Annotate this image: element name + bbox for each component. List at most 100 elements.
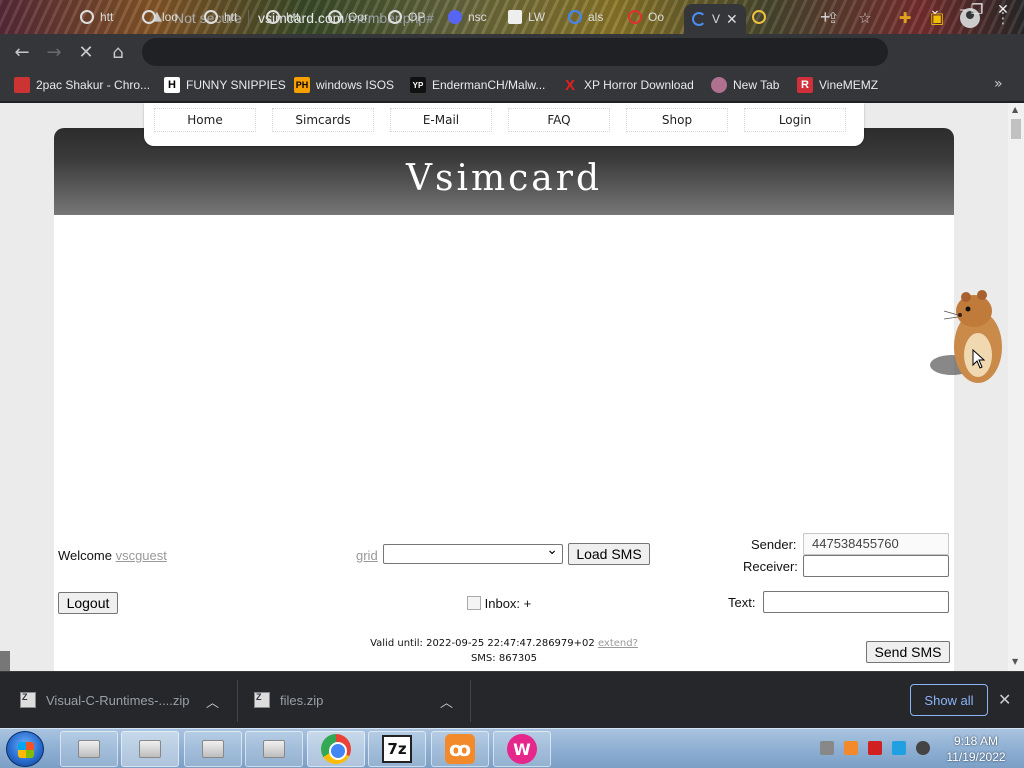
browser-toolbar: ← → ✕ ⌂ <box>0 34 1024 70</box>
zip-file-icon <box>20 692 36 708</box>
text-field[interactable] <box>763 591 949 613</box>
scroll-up-icon[interactable]: ▲ <box>1012 105 1018 114</box>
discord-icon <box>448 10 462 24</box>
sender-label: Sender: <box>751 537 797 552</box>
page-scrollbar[interactable]: ▲ ▼ <box>1008 103 1024 671</box>
new-tab-button[interactable]: + <box>820 4 831 30</box>
chevron-down-icon[interactable]: ⌄ <box>920 0 950 20</box>
google-icon <box>568 10 582 24</box>
username-link[interactable]: vscguest <box>116 548 167 563</box>
close-icon[interactable]: ✕ <box>998 690 1011 709</box>
nav-login[interactable]: Login <box>744 108 846 132</box>
grid-select[interactable] <box>383 542 563 564</box>
side-handle <box>0 651 10 671</box>
nav-faq[interactable]: FAQ <box>508 108 610 132</box>
page-viewport: Home Simcards E-Mail FAQ Shop Login Vsim… <box>0 103 1008 671</box>
globe-icon <box>711 77 727 93</box>
grid-link[interactable]: grid <box>356 548 378 563</box>
forward-icon[interactable]: → <box>44 42 64 63</box>
tab[interactable]: OP <box>388 4 425 30</box>
tab[interactable]: htt <box>80 4 113 30</box>
folder-icon <box>263 740 285 758</box>
inbox-add-button[interactable]: + <box>524 596 532 611</box>
7zip-icon: 7z <box>382 735 412 763</box>
back-icon[interactable]: ← <box>12 42 32 63</box>
wamp-icon: W <box>507 734 537 764</box>
yp-logo-icon: YP <box>410 77 426 93</box>
folder-icon <box>202 740 224 758</box>
bookmark-item[interactable]: New Tab <box>711 77 779 93</box>
chevron-up-icon[interactable]: ︿ <box>206 692 219 711</box>
chrome-icon <box>321 734 351 764</box>
tab-favicon-icon <box>204 10 218 24</box>
scrollbar-thumb[interactable] <box>1011 119 1021 139</box>
power-icon <box>628 10 642 24</box>
download-item[interactable]: files.zip <box>254 692 323 708</box>
taskbar-xampp[interactable]: ꝏ <box>431 731 489 767</box>
tab[interactable]: LW <box>508 4 545 30</box>
tab-favicon-icon <box>328 10 342 24</box>
tab[interactable]: htt <box>204 4 237 30</box>
tab-favicon-icon <box>266 10 280 24</box>
load-sms-button[interactable]: Load SMS <box>568 543 650 565</box>
tab[interactable]: als <box>568 4 603 30</box>
tab[interactable]: Oor <box>328 4 368 30</box>
extend-link[interactable]: extend? <box>598 638 638 649</box>
taskbar-wamp[interactable]: W <box>493 731 551 767</box>
bookmarks-overflow-icon[interactable]: » <box>994 76 1003 92</box>
taskbar-item[interactable] <box>121 731 179 767</box>
taskbar-7zip[interactable]: 7z <box>368 731 426 767</box>
taskbar-item[interactable] <box>184 731 242 767</box>
tab-active[interactable]: V ✕ <box>684 4 746 34</box>
logout-button[interactable]: Logout <box>58 592 118 614</box>
taskbar-item[interactable] <box>245 731 303 767</box>
close-window-icon[interactable]: ✕ <box>988 0 1018 20</box>
windows-taskbar: 7z ꝏ W 9:18 AM 11/19/2022 <box>0 728 1024 768</box>
send-sms-button[interactable]: Send SMS <box>866 641 950 663</box>
star-icon[interactable]: ☆ <box>856 9 874 27</box>
sms-count-text: SMS: 867305 <box>470 653 538 664</box>
nav-simcards[interactable]: Simcards <box>272 108 374 132</box>
folder-icon <box>139 740 161 758</box>
tray-volume-icon[interactable] <box>916 741 930 755</box>
start-button-icon[interactable] <box>6 731 44 767</box>
divider <box>248 10 249 26</box>
bookmark-item[interactable]: PH windows ISOS <box>294 77 394 93</box>
bookmark-item[interactable]: R VineMEMZ <box>797 77 878 93</box>
receiver-field[interactable] <box>803 555 949 577</box>
nav-email[interactable]: E-Mail <box>390 108 492 132</box>
tab[interactable]: Oo <box>628 4 664 30</box>
broken-image-icon <box>467 596 481 610</box>
tab[interactable]: loo <box>142 4 178 30</box>
tab[interactable]: nsc <box>448 4 487 30</box>
tab[interactable]: htt <box>266 4 299 30</box>
tray-monitor-icon[interactable] <box>892 741 906 755</box>
bookmark-item[interactable]: H FUNNY SNIPPIES <box>164 77 286 93</box>
system-clock[interactable]: 9:18 AM 11/19/2022 <box>936 733 1016 765</box>
taskbar-chrome[interactable] <box>307 731 365 767</box>
tray-network-icon[interactable] <box>820 741 834 755</box>
nav-home[interactable]: Home <box>154 108 256 132</box>
home-icon[interactable]: ⌂ <box>108 42 128 63</box>
address-bar[interactable] <box>142 38 888 66</box>
zip-file-icon <box>254 692 270 708</box>
tray-flag-icon[interactable] <box>868 741 882 755</box>
close-tab-icon[interactable]: ✕ <box>726 11 738 28</box>
sender-field[interactable]: 447538455760 <box>803 533 949 555</box>
bookmark-item[interactable]: 2pac Shakur - Chro... <box>14 77 150 93</box>
chevron-up-icon[interactable]: ︿ <box>440 692 453 711</box>
show-all-button[interactable]: Show all <box>910 684 988 716</box>
nav-shop[interactable]: Shop <box>626 108 728 132</box>
tray-xampp-icon[interactable] <box>844 741 858 755</box>
bookmark-item[interactable]: YP EndermanCH/Malw... <box>410 77 545 93</box>
bookmark-item[interactable]: X XP Horror Download <box>562 77 694 94</box>
site-nav: Home Simcards E-Mail FAQ Shop Login <box>144 103 864 146</box>
stop-loading-icon[interactable]: ✕ <box>76 42 96 63</box>
scroll-down-icon[interactable]: ▼ <box>1012 657 1018 666</box>
hamster-pet-icon[interactable] <box>930 283 1008 391</box>
taskbar-item[interactable] <box>60 731 118 767</box>
xampp-icon: ꝏ <box>445 734 475 764</box>
download-item[interactable]: Visual-C-Runtimes-....zip <box>20 692 190 708</box>
tab[interactable] <box>752 4 766 30</box>
extensions-icon[interactable]: ✚ <box>896 9 914 27</box>
